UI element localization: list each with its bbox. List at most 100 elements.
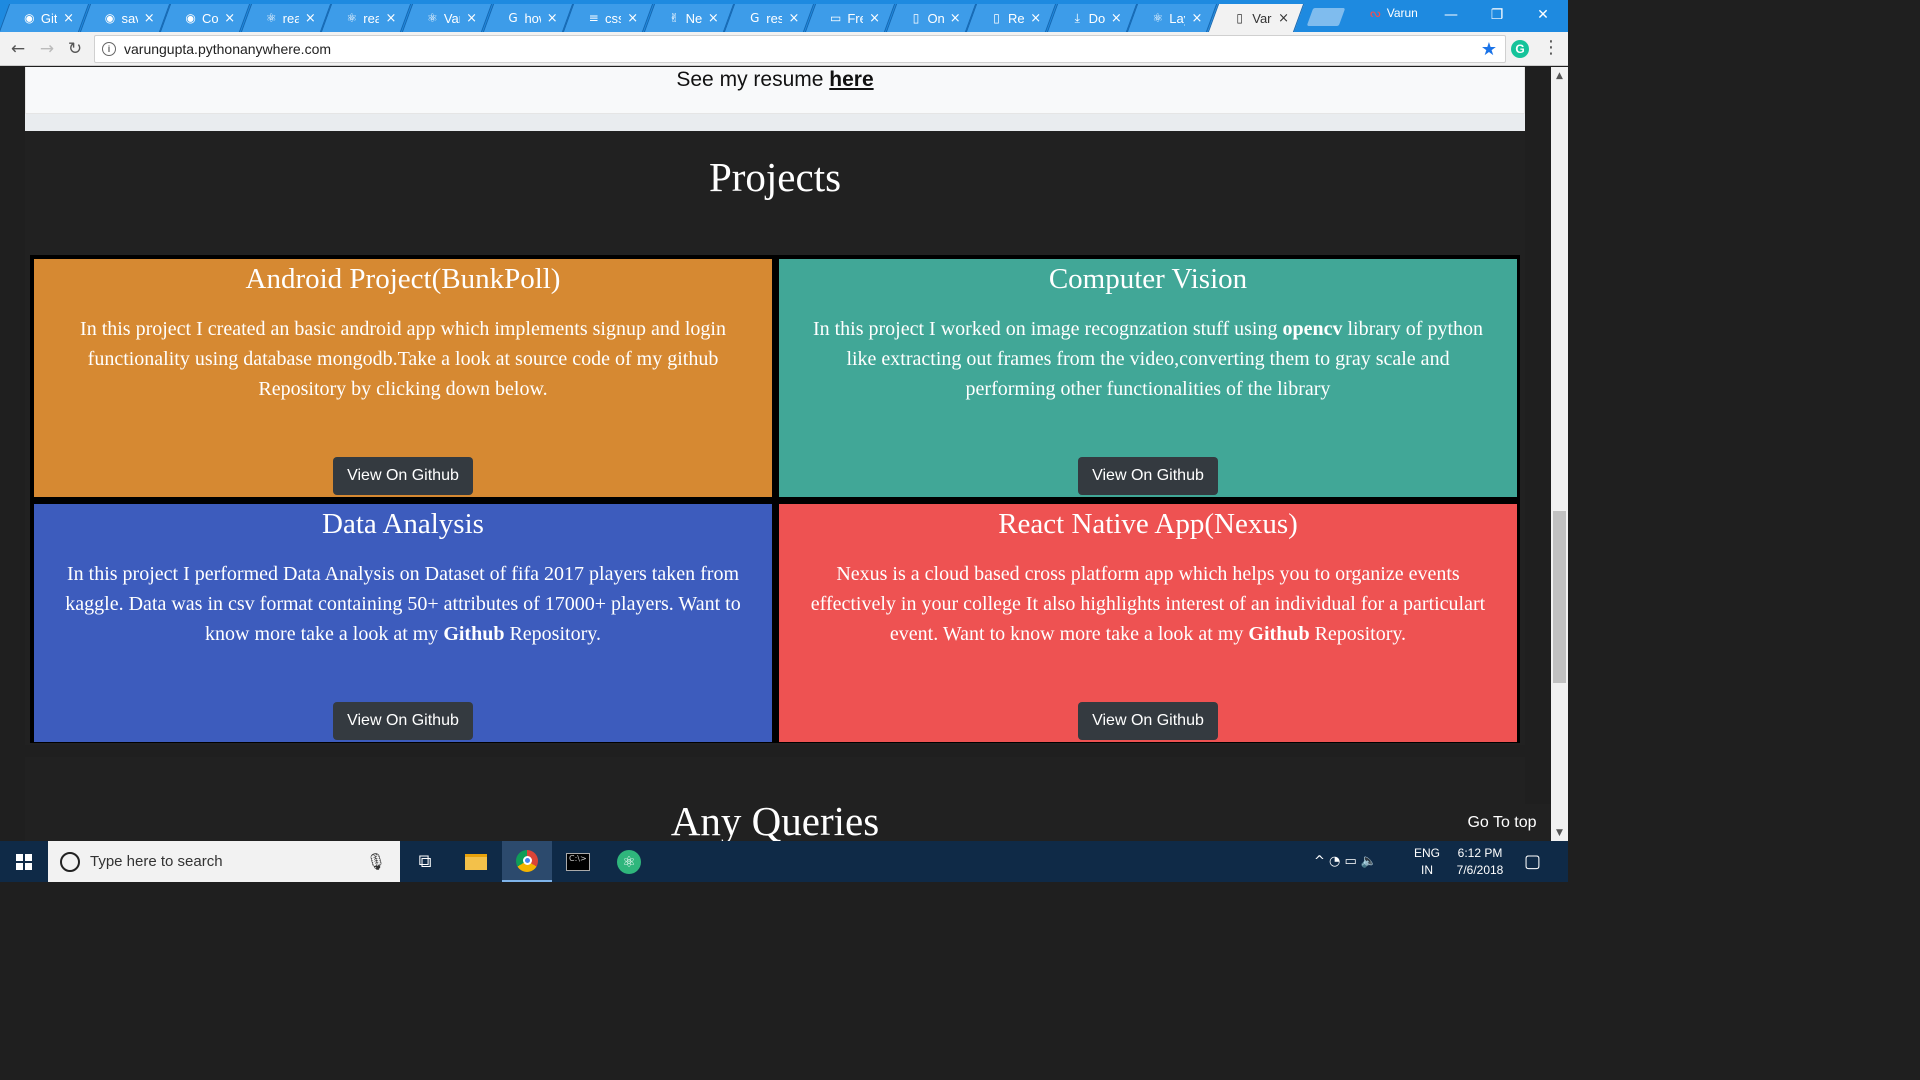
project-title: React Native App(Nexus): [998, 508, 1298, 540]
projects-heading: Projects: [708, 154, 842, 200]
project-card-react-native: React Native App(Nexus) Nexus is a cloud…: [779, 504, 1517, 742]
chrome-taskbar-button[interactable]: [502, 841, 552, 882]
browser-tab[interactable]: ▯ Varun ×: [1213, 4, 1297, 32]
tab-title: Nexus: [685, 10, 702, 26]
close-tab-icon[interactable]: ×: [385, 11, 396, 26]
restore-button[interactable]: ❐: [1474, 0, 1520, 30]
microphone-icon[interactable]: 🎙: [366, 852, 386, 871]
close-tab-icon[interactable]: ×: [1111, 11, 1122, 26]
project-description-text: In this project I worked on image recogn…: [812, 318, 1283, 340]
browser-tab[interactable]: ≡ css ×: [568, 4, 646, 32]
project-description: In this project I worked on image recogn…: [808, 314, 1488, 404]
browser-tab[interactable]: Ghow ×: [488, 4, 566, 32]
browser-tab[interactable]: Gresize ×: [729, 4, 807, 32]
view-on-github-button[interactable]: View On Github: [1078, 457, 1218, 495]
close-tab-icon[interactable]: ×: [788, 11, 799, 26]
browser-tab[interactable]: ◉ Github ×: [4, 4, 82, 32]
new-tab-button[interactable]: [1306, 8, 1346, 26]
project-description-text: Repository.: [1309, 623, 1407, 645]
close-tab-icon[interactable]: ×: [708, 11, 719, 26]
reload-button[interactable]: ↻: [64, 38, 86, 60]
close-tab-icon[interactable]: ×: [1030, 11, 1041, 26]
go-to-top-button[interactable]: Go To top: [1453, 804, 1551, 841]
browser-tab[interactable]: ⚛ Varun ×: [407, 4, 485, 32]
close-tab-icon[interactable]: ×: [869, 11, 880, 26]
browser-tab[interactable]: ▭ Free ×: [810, 4, 888, 32]
taskbar-search[interactable]: Type here to search 🎙: [48, 841, 400, 882]
system-tray-icons[interactable]: ^ ◔ ▭ 🔈: [1314, 841, 1377, 882]
view-on-github-button[interactable]: View On Github: [333, 457, 473, 495]
close-tab-icon[interactable]: ×: [144, 11, 155, 26]
notification-center-icon[interactable]: ▢: [1524, 841, 1541, 882]
browser-tab[interactable]: ▯ Online ×: [891, 4, 969, 32]
tab-title: react: [363, 10, 380, 26]
scroll-down-arrow-icon[interactable]: ▼: [1551, 824, 1568, 841]
tab-title: Free: [847, 10, 863, 26]
bookmark-star-icon[interactable]: ★: [1481, 39, 1497, 60]
view-on-github-button[interactable]: View On Github: [333, 702, 473, 740]
profile-button[interactable]: ᔓ Varun: [1370, 6, 1418, 20]
taskbar: Type here to search 🎙 ⧉ C:\> ⚛ ^ ◔ ▭ 🔈 E…: [0, 841, 1568, 882]
section-divider: [25, 114, 1525, 131]
scroll-up-arrow-icon[interactable]: ▲: [1551, 67, 1568, 84]
tab-strip: ◉ Github × ◉ saved × ◉ Con × ⚛ react × ⚛ react × ⚛ Varun…: [0, 0, 1568, 32]
minimize-button[interactable]: —: [1428, 0, 1474, 30]
view-on-github-button[interactable]: View On Github: [1078, 702, 1218, 740]
close-tab-icon[interactable]: ×: [950, 11, 961, 26]
browser-tab[interactable]: ◉ saved ×: [85, 4, 163, 32]
close-tab-icon[interactable]: ×: [466, 11, 477, 26]
close-tab-icon[interactable]: ×: [547, 11, 558, 26]
language-indicator[interactable]: ENG IN: [1412, 845, 1442, 879]
document-icon: ▯: [912, 11, 920, 25]
resume-section: See my resume here: [25, 67, 1525, 114]
browser-menu-icon[interactable]: ⋮: [1542, 37, 1560, 58]
forward-button[interactable]: →: [36, 38, 58, 60]
project-description: In this project I created an basic andro…: [63, 314, 743, 404]
browser-tab[interactable]: ⤓ Download ×: [1052, 4, 1130, 32]
browser-tab[interactable]: ⚛ Layout ×: [1132, 4, 1210, 32]
resume-link[interactable]: here: [829, 68, 873, 91]
command-prompt-button[interactable]: C:\>: [553, 841, 603, 882]
scrollbar-thumb[interactable]: [1553, 511, 1566, 683]
start-button[interactable]: [0, 841, 48, 882]
project-title: Computer Vision: [1048, 263, 1248, 295]
close-tab-icon[interactable]: ×: [224, 11, 235, 26]
url-text[interactable]: varungupta.pythonanywhere.com: [124, 41, 331, 57]
address-bar[interactable]: i varungupta.pythonanywhere.com ★: [94, 35, 1506, 63]
tab-title: react: [282, 10, 299, 26]
chrome-icon: [516, 849, 538, 872]
browser-tab[interactable]: ▯ Resume ×: [971, 4, 1049, 32]
close-tab-icon[interactable]: ×: [305, 11, 316, 26]
task-view-icon[interactable]: ⧉: [400, 841, 450, 882]
back-button[interactable]: ←: [7, 38, 29, 60]
project-card-data-analysis: Data Analysis In this project I performe…: [34, 504, 772, 742]
tab-title: how: [524, 10, 540, 26]
resume-line: See my resume here: [25, 68, 1525, 92]
browser-tab[interactable]: ⚛ react ×: [326, 4, 404, 32]
browser-tab[interactable]: ✌ Nexus ×: [649, 4, 727, 32]
atom-editor-button[interactable]: ⚛: [604, 841, 654, 882]
file-explorer-button[interactable]: [451, 841, 501, 882]
close-tab-icon[interactable]: ×: [1278, 11, 1289, 26]
github-icon: ◉: [24, 11, 35, 25]
close-tab-icon[interactable]: ×: [627, 11, 638, 26]
clock[interactable]: 6:12 PM 7/6/2018: [1450, 845, 1510, 879]
tab-title: Github: [40, 10, 58, 26]
tab-title: saved: [121, 10, 137, 26]
close-window-button[interactable]: ✕: [1520, 0, 1566, 30]
tab-title: Con: [202, 10, 219, 26]
google-icon: G: [508, 11, 518, 25]
resume-prefix: See my resume: [676, 68, 830, 91]
close-tab-icon[interactable]: ×: [1191, 11, 1202, 26]
browser-tab[interactable]: ◉ Con ×: [165, 4, 243, 32]
clock-date: 7/6/2018: [1456, 863, 1504, 877]
project-card-computer-vision: Computer Vision In this project I worked…: [779, 259, 1517, 497]
browser-tab[interactable]: ⚛ react ×: [246, 4, 324, 32]
close-tab-icon[interactable]: ×: [63, 11, 74, 26]
folder-icon: ▭: [830, 11, 842, 25]
grammarly-extension-icon[interactable]: G: [1511, 40, 1529, 58]
site-info-icon[interactable]: i: [102, 42, 116, 56]
tab-title: Varun: [443, 10, 460, 26]
page-scrollbar[interactable]: ▲ ▼: [1551, 67, 1568, 841]
tab-title: resize: [766, 10, 783, 26]
